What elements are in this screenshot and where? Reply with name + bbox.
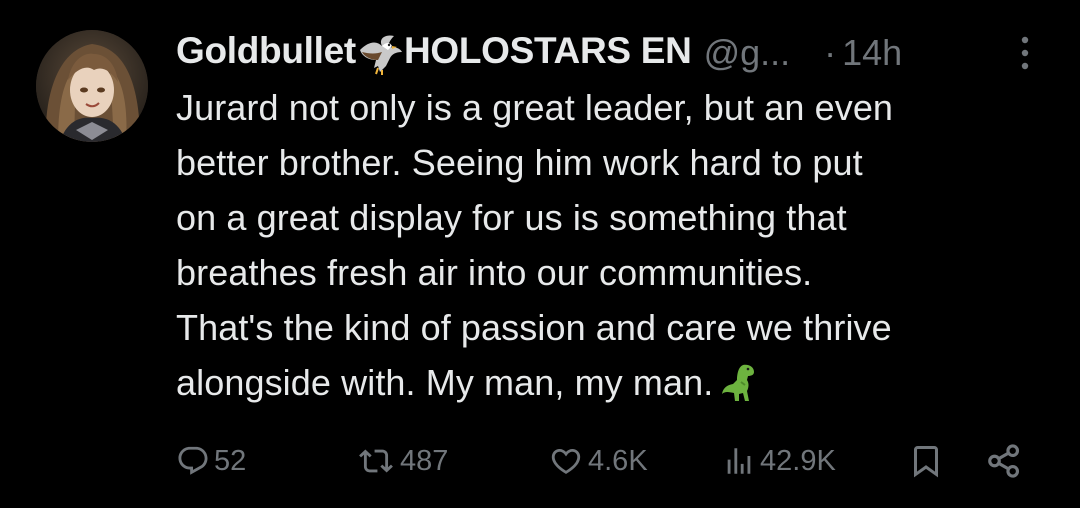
views-button[interactable]: 42.9K xyxy=(722,438,836,484)
display-name-part1[interactable]: Goldbullet xyxy=(176,30,356,71)
like-button[interactable]: 4.6K xyxy=(548,438,648,484)
like-count: 4.6K xyxy=(588,444,648,477)
views-count: 42.9K xyxy=(760,444,836,477)
repost-button[interactable]: 487 xyxy=(356,438,448,484)
avatar[interactable] xyxy=(36,30,148,142)
tweet-text: Jurard not only is a great leader, but a… xyxy=(176,80,1056,410)
bookmark-icon xyxy=(914,446,938,478)
tweet-text-line: That's the kind of passion and care we t… xyxy=(176,307,892,348)
tweet-text-line: Jurard not only is a great leader, but a… xyxy=(176,87,894,128)
reply-button[interactable]: 52 xyxy=(176,438,246,484)
views-icon xyxy=(727,448,751,474)
display-name-part2[interactable]: HOLOSTARS EN xyxy=(404,30,692,71)
tweet-text-line: alongside with. My man, my man. xyxy=(176,362,714,403)
repost-count: 487 xyxy=(400,444,449,477)
share-button[interactable] xyxy=(984,438,1024,484)
dinosaur-icon xyxy=(722,364,755,401)
action-bar: 52 487 4.6K 42.9K xyxy=(0,438,1080,484)
separator-dot: · xyxy=(824,32,837,73)
eagle-icon xyxy=(359,35,402,75)
share-icon xyxy=(988,444,1020,478)
more-vertical-icon[interactable] xyxy=(1010,34,1040,74)
tweet-text-line: breathes fresh air into our communities. xyxy=(176,252,813,293)
timestamp[interactable]: 14h xyxy=(842,32,902,74)
repost-icon xyxy=(359,449,393,473)
tweet-text-line-last: alongside with. My man, my man. xyxy=(176,355,1056,410)
bookmark-button[interactable] xyxy=(908,438,944,484)
tweet-text-line: on a great display for us is something t… xyxy=(176,197,847,238)
reply-count: 52 xyxy=(214,444,247,477)
reply-icon xyxy=(178,446,208,475)
display-name[interactable]: Goldbullet HOLOSTARS EN xyxy=(176,30,692,75)
tweet-header: Goldbullet HOLOSTARS EN @g... · 14h xyxy=(176,26,1056,80)
tweet[interactable]: Goldbullet HOLOSTARS EN @g... · 14h Jura… xyxy=(0,0,1080,508)
tweet-text-line: better brother. Seeing him work hard to … xyxy=(176,142,863,183)
handle[interactable]: @g... xyxy=(704,32,791,74)
heart-icon xyxy=(551,448,581,474)
